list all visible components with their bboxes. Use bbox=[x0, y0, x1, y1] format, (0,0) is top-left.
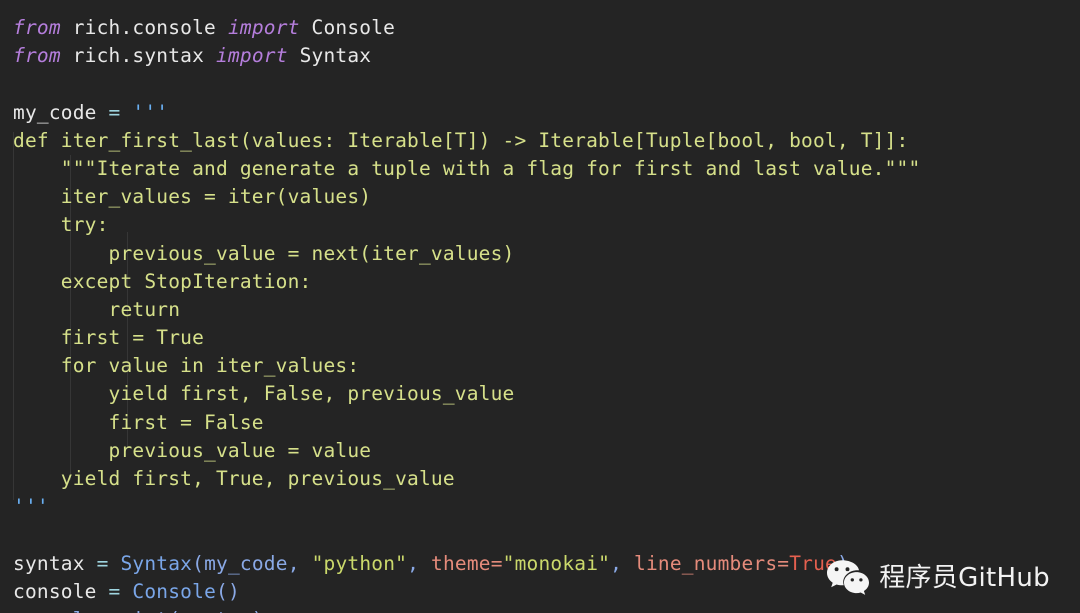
code-line-2: from rich.syntax import Syntax bbox=[0, 42, 1080, 70]
token-comma: , bbox=[610, 551, 634, 575]
code-line-10: except StopIteration: bbox=[13, 269, 312, 293]
token-comma: , bbox=[407, 551, 431, 575]
token-triple-quote-close: ''' bbox=[13, 495, 49, 519]
code-line-13: for value in iter_values: bbox=[13, 354, 360, 378]
token-comma: , bbox=[287, 551, 312, 575]
token-module-path: rich.console bbox=[60, 16, 228, 39]
token-module-path: rich.syntax bbox=[60, 44, 216, 68]
token-keyword-import: import bbox=[227, 16, 300, 39]
code-line-15: first = False bbox=[13, 410, 264, 434]
token-variable: console bbox=[13, 579, 109, 603]
code-line-14: yield first, False, previous_value bbox=[13, 382, 515, 406]
code-line-12: first = True bbox=[13, 326, 205, 350]
code-line-17: yield first, True, previous_value bbox=[13, 467, 455, 490]
token-paren: ) bbox=[837, 551, 849, 575]
code-line-1: from rich.console import Console bbox=[0, 14, 1080, 42]
code-line-11: return bbox=[13, 297, 181, 321]
token-string-monokai: "monokai" bbox=[502, 551, 611, 575]
code-line-20: console = Console() bbox=[0, 578, 1080, 606]
code-line-16: previous_value = value bbox=[13, 438, 372, 462]
token-arg-mycode: my_code bbox=[204, 551, 288, 575]
token-class-syntax: Syntax bbox=[108, 551, 193, 575]
code-block: from rich.console import Console from ric… bbox=[0, 0, 1080, 613]
token-operator: = bbox=[108, 579, 121, 603]
code-line-4: my_code = ''' bbox=[0, 99, 1080, 127]
code-line-6: """Iterate and generate a tuple with a f… bbox=[13, 156, 921, 180]
code-line-18: ''' bbox=[0, 493, 1080, 521]
token-keyword-from: from bbox=[13, 16, 61, 39]
token-import-name: Syntax bbox=[287, 44, 372, 68]
token-variable: my_code bbox=[13, 100, 109, 124]
token-kwarg-theme: theme= bbox=[431, 551, 503, 575]
token-keyword-import: import bbox=[216, 44, 288, 68]
token-paren: ( bbox=[192, 551, 205, 575]
token-parens: () bbox=[216, 579, 240, 603]
token-variable: syntax bbox=[13, 551, 97, 575]
token-constant-true: True bbox=[789, 551, 837, 575]
code-line-19: syntax = Syntax(my_code, "python", theme… bbox=[0, 550, 1080, 578]
token-kwarg-line-numbers: line_numbers= bbox=[634, 551, 790, 575]
token-keyword-from: from bbox=[13, 44, 61, 68]
token-string-python: "python" bbox=[311, 551, 408, 575]
code-line-8: try: bbox=[13, 213, 109, 237]
code-line-9: previous_value = next(iter_values) bbox=[13, 241, 515, 265]
code-line-7: iter_values = iter(values) bbox=[13, 185, 372, 209]
token-import-name: Console bbox=[299, 16, 396, 39]
code-screenshot: from rich.console import Console from ric… bbox=[0, 0, 1080, 613]
code-line-21: console.print(syntax) bbox=[0, 606, 1080, 613]
token-class-console: Console bbox=[120, 579, 217, 603]
token-operator: = bbox=[108, 100, 121, 124]
code-line-5: def iter_first_last(values: Iterable[T])… bbox=[13, 128, 909, 152]
token-triple-quote-open: ''' bbox=[120, 100, 169, 124]
token-operator: = bbox=[96, 551, 109, 575]
